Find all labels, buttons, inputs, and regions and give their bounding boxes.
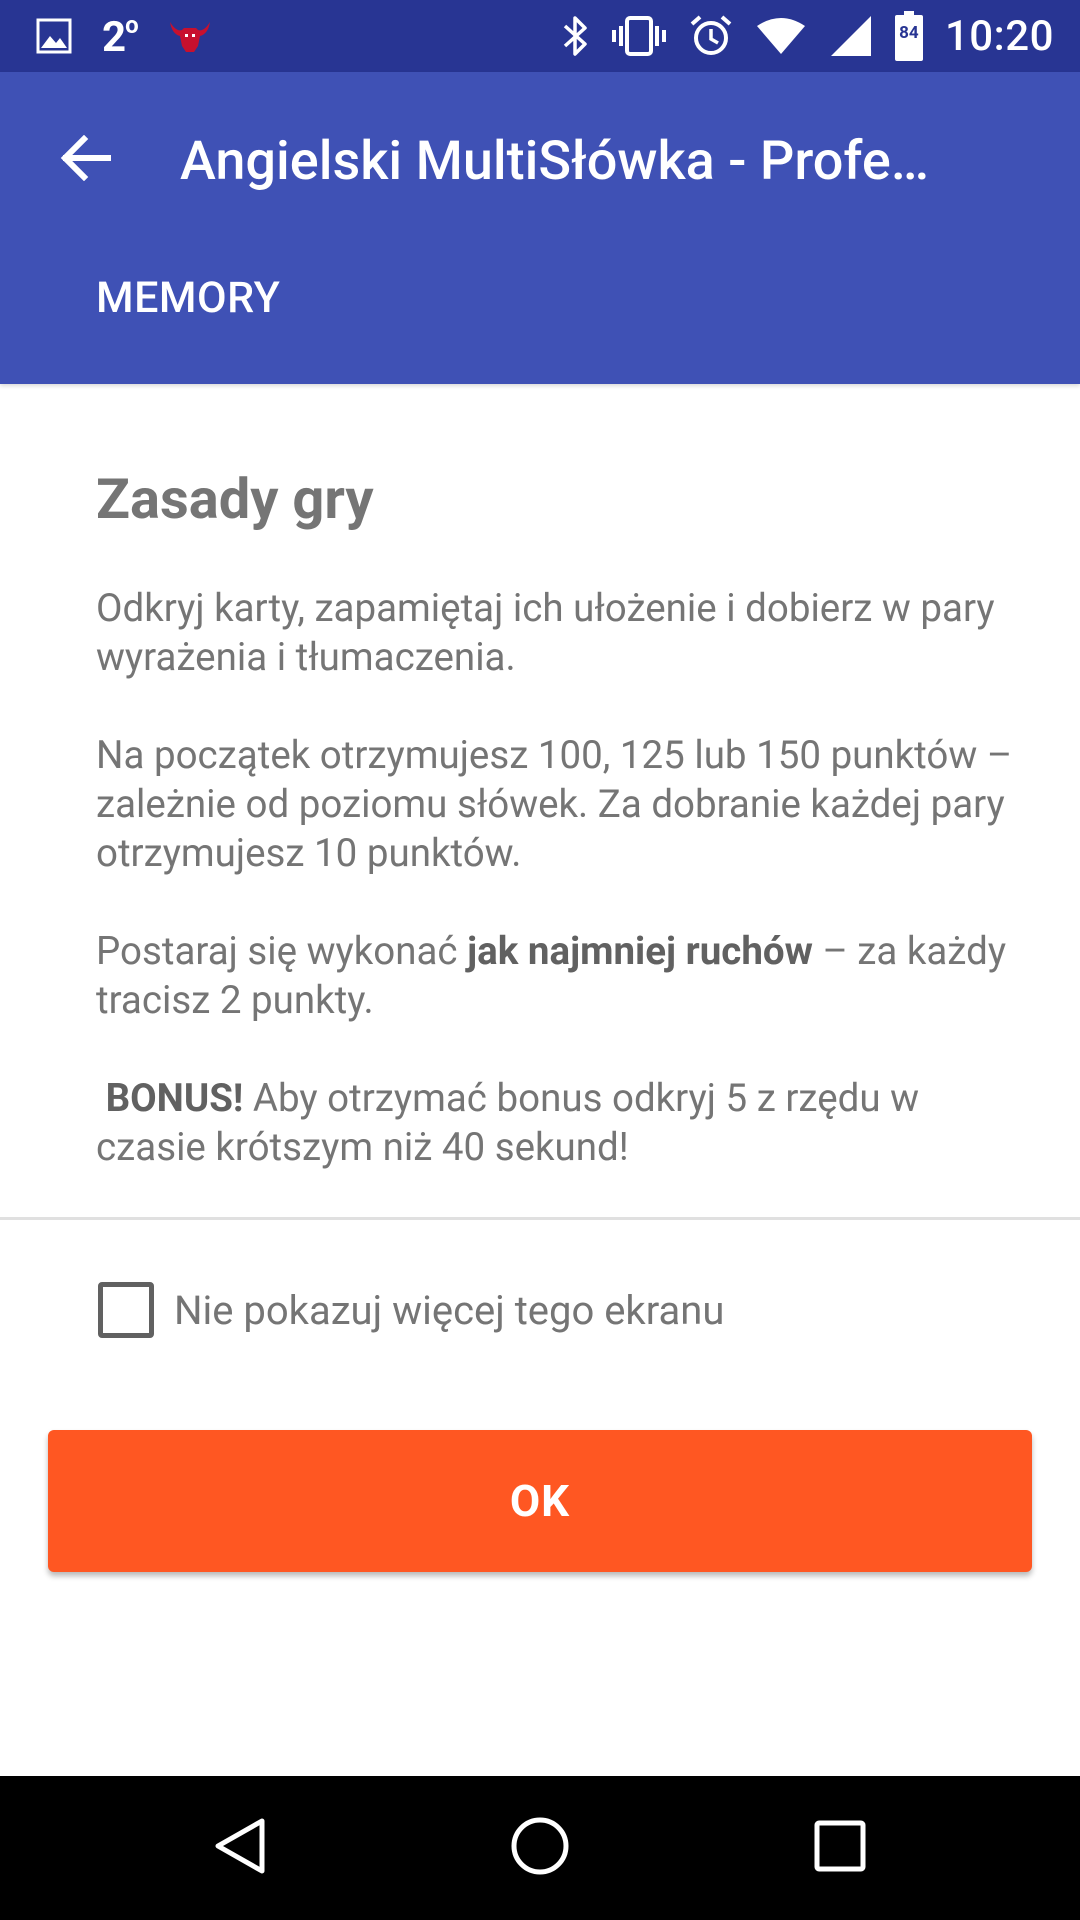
image-icon bbox=[36, 18, 72, 54]
vibrate-icon bbox=[611, 14, 667, 58]
battery-level: 84 bbox=[899, 23, 919, 43]
signal-icon bbox=[829, 14, 873, 58]
dont-show-again-row[interactable]: Nie pokazuj więcej tego ekranu bbox=[96, 1278, 724, 1342]
rules-heading: Zasady gry bbox=[96, 466, 374, 532]
tab-memory[interactable]: MEMORY bbox=[96, 258, 280, 338]
nav-back-button[interactable] bbox=[190, 1798, 290, 1898]
nav-home-button[interactable] bbox=[490, 1798, 590, 1898]
back-button[interactable] bbox=[50, 124, 122, 196]
temperature-readout: 2o bbox=[102, 10, 139, 62]
alarm-icon bbox=[689, 14, 733, 58]
nav-back-icon bbox=[210, 1815, 270, 1881]
bluetooth-icon bbox=[561, 14, 589, 58]
wifi-icon bbox=[755, 16, 807, 56]
clock: 10:20 bbox=[944, 11, 1054, 61]
arrow-back-icon bbox=[60, 134, 112, 185]
ok-button[interactable]: OK bbox=[48, 1430, 1032, 1572]
rules-paragraph-1: Odkryj karty, zapamiętaj ich ułożenie i … bbox=[96, 586, 995, 680]
nav-home-icon bbox=[509, 1815, 571, 1881]
status-bar: 2o 84 10:20 bbox=[0, 0, 1080, 72]
moves-emphasis: jak najmniej ruchów bbox=[467, 929, 813, 974]
nav-recents-button[interactable] bbox=[790, 1798, 890, 1898]
battery-icon: 84 bbox=[894, 11, 923, 61]
navigation-bar bbox=[0, 1776, 1080, 1920]
rules-paragraph-4: BONUS! Aby otrzymać bonus odkryj 5 z rzę… bbox=[96, 1076, 920, 1170]
nav-recents-icon bbox=[812, 1818, 868, 1878]
divider bbox=[0, 1217, 1080, 1220]
app-bar: Angielski MultiSłówka - Profe… MEMORY bbox=[0, 72, 1080, 384]
rules-paragraph-3: Postaraj się wykonać jak najmniej ruchów… bbox=[96, 929, 1007, 1023]
dont-show-again-checkbox[interactable] bbox=[98, 1282, 154, 1338]
rules-paragraph-2: Na początek otrzymujesz 100, 125 lub 150… bbox=[96, 733, 1013, 876]
bonus-label: BONUS! bbox=[105, 1076, 244, 1121]
app-title: Angielski MultiSłówka - Profe… bbox=[180, 130, 929, 193]
bulls-logo-icon bbox=[168, 18, 212, 54]
dont-show-again-label: Nie pokazuj więcej tego ekranu bbox=[174, 1286, 725, 1334]
